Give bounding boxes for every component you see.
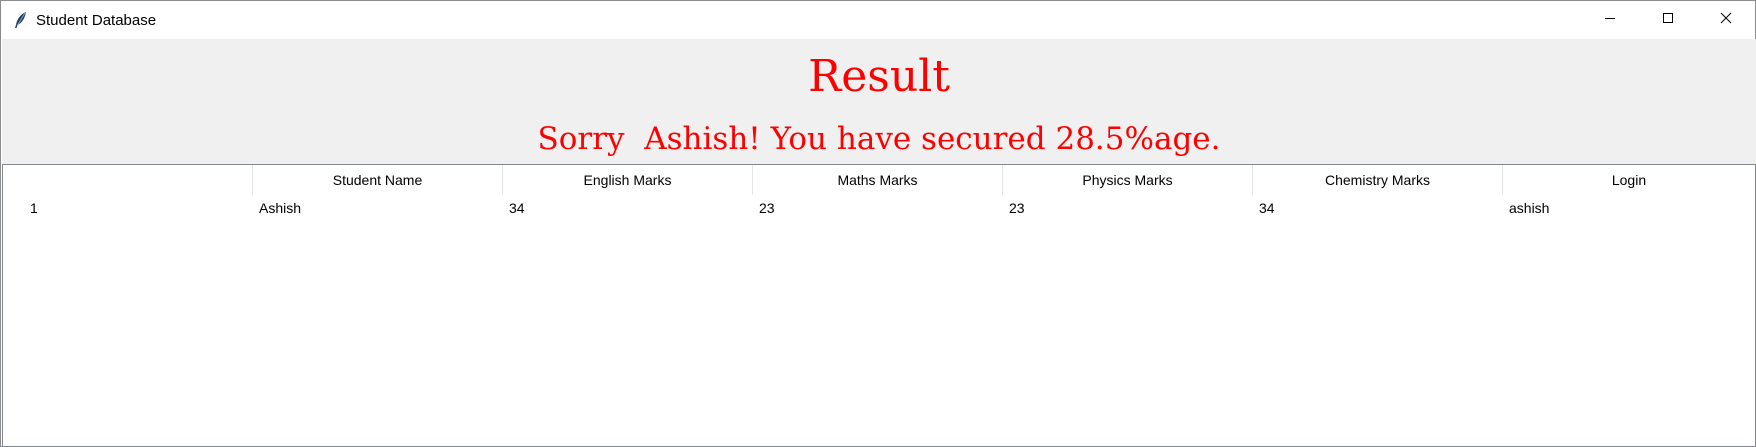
column-header-student-name[interactable]: Student Name (253, 165, 503, 195)
cell-maths-marks: 23 (759, 200, 775, 216)
column-header-chemistry-marks[interactable]: Chemistry Marks (1253, 165, 1503, 195)
maximize-button[interactable] (1639, 1, 1697, 39)
table-row[interactable]: 1 Ashish 34 23 23 34 ashish (3, 195, 1755, 221)
column-header-english-marks[interactable]: English Marks (503, 165, 753, 195)
title-bar[interactable]: Student Database (1, 1, 1755, 39)
window-title: Student Database (36, 12, 157, 29)
maximize-icon (1662, 11, 1674, 29)
cell-physics-marks: 23 (1009, 200, 1025, 216)
close-icon (1720, 11, 1732, 29)
table-header: Student Name English Marks Maths Marks P… (3, 165, 1755, 195)
column-header-maths-marks[interactable]: Maths Marks (753, 165, 1003, 195)
result-message: Sorry Ashish! You have secured 28.5%age. (537, 121, 1221, 157)
close-button[interactable] (1697, 1, 1755, 39)
minimize-button[interactable] (1581, 1, 1639, 39)
cell-index: 1 (30, 200, 38, 216)
result-title: Result (808, 51, 950, 102)
feather-icon (13, 11, 29, 29)
column-header-physics-marks[interactable]: Physics Marks (1003, 165, 1253, 195)
cell-english-marks: 34 (509, 200, 525, 216)
cell-student-name: Ashish (259, 200, 302, 216)
results-table[interactable]: Student Name English Marks Maths Marks P… (2, 164, 1756, 447)
column-header-login[interactable]: Login (1503, 165, 1755, 195)
table-body: 1 Ashish 34 23 23 34 ashish (3, 195, 1755, 221)
cell-chemistry-marks: 34 (1259, 200, 1275, 216)
column-header-index[interactable] (3, 165, 253, 195)
result-header: Result Sorry Ashish! You have secured 28… (2, 39, 1756, 164)
app-window: Student Database Result Sorry Ashish! Yo… (0, 0, 1756, 447)
cell-login: ashish (1509, 200, 1550, 216)
minimize-icon (1604, 11, 1616, 29)
